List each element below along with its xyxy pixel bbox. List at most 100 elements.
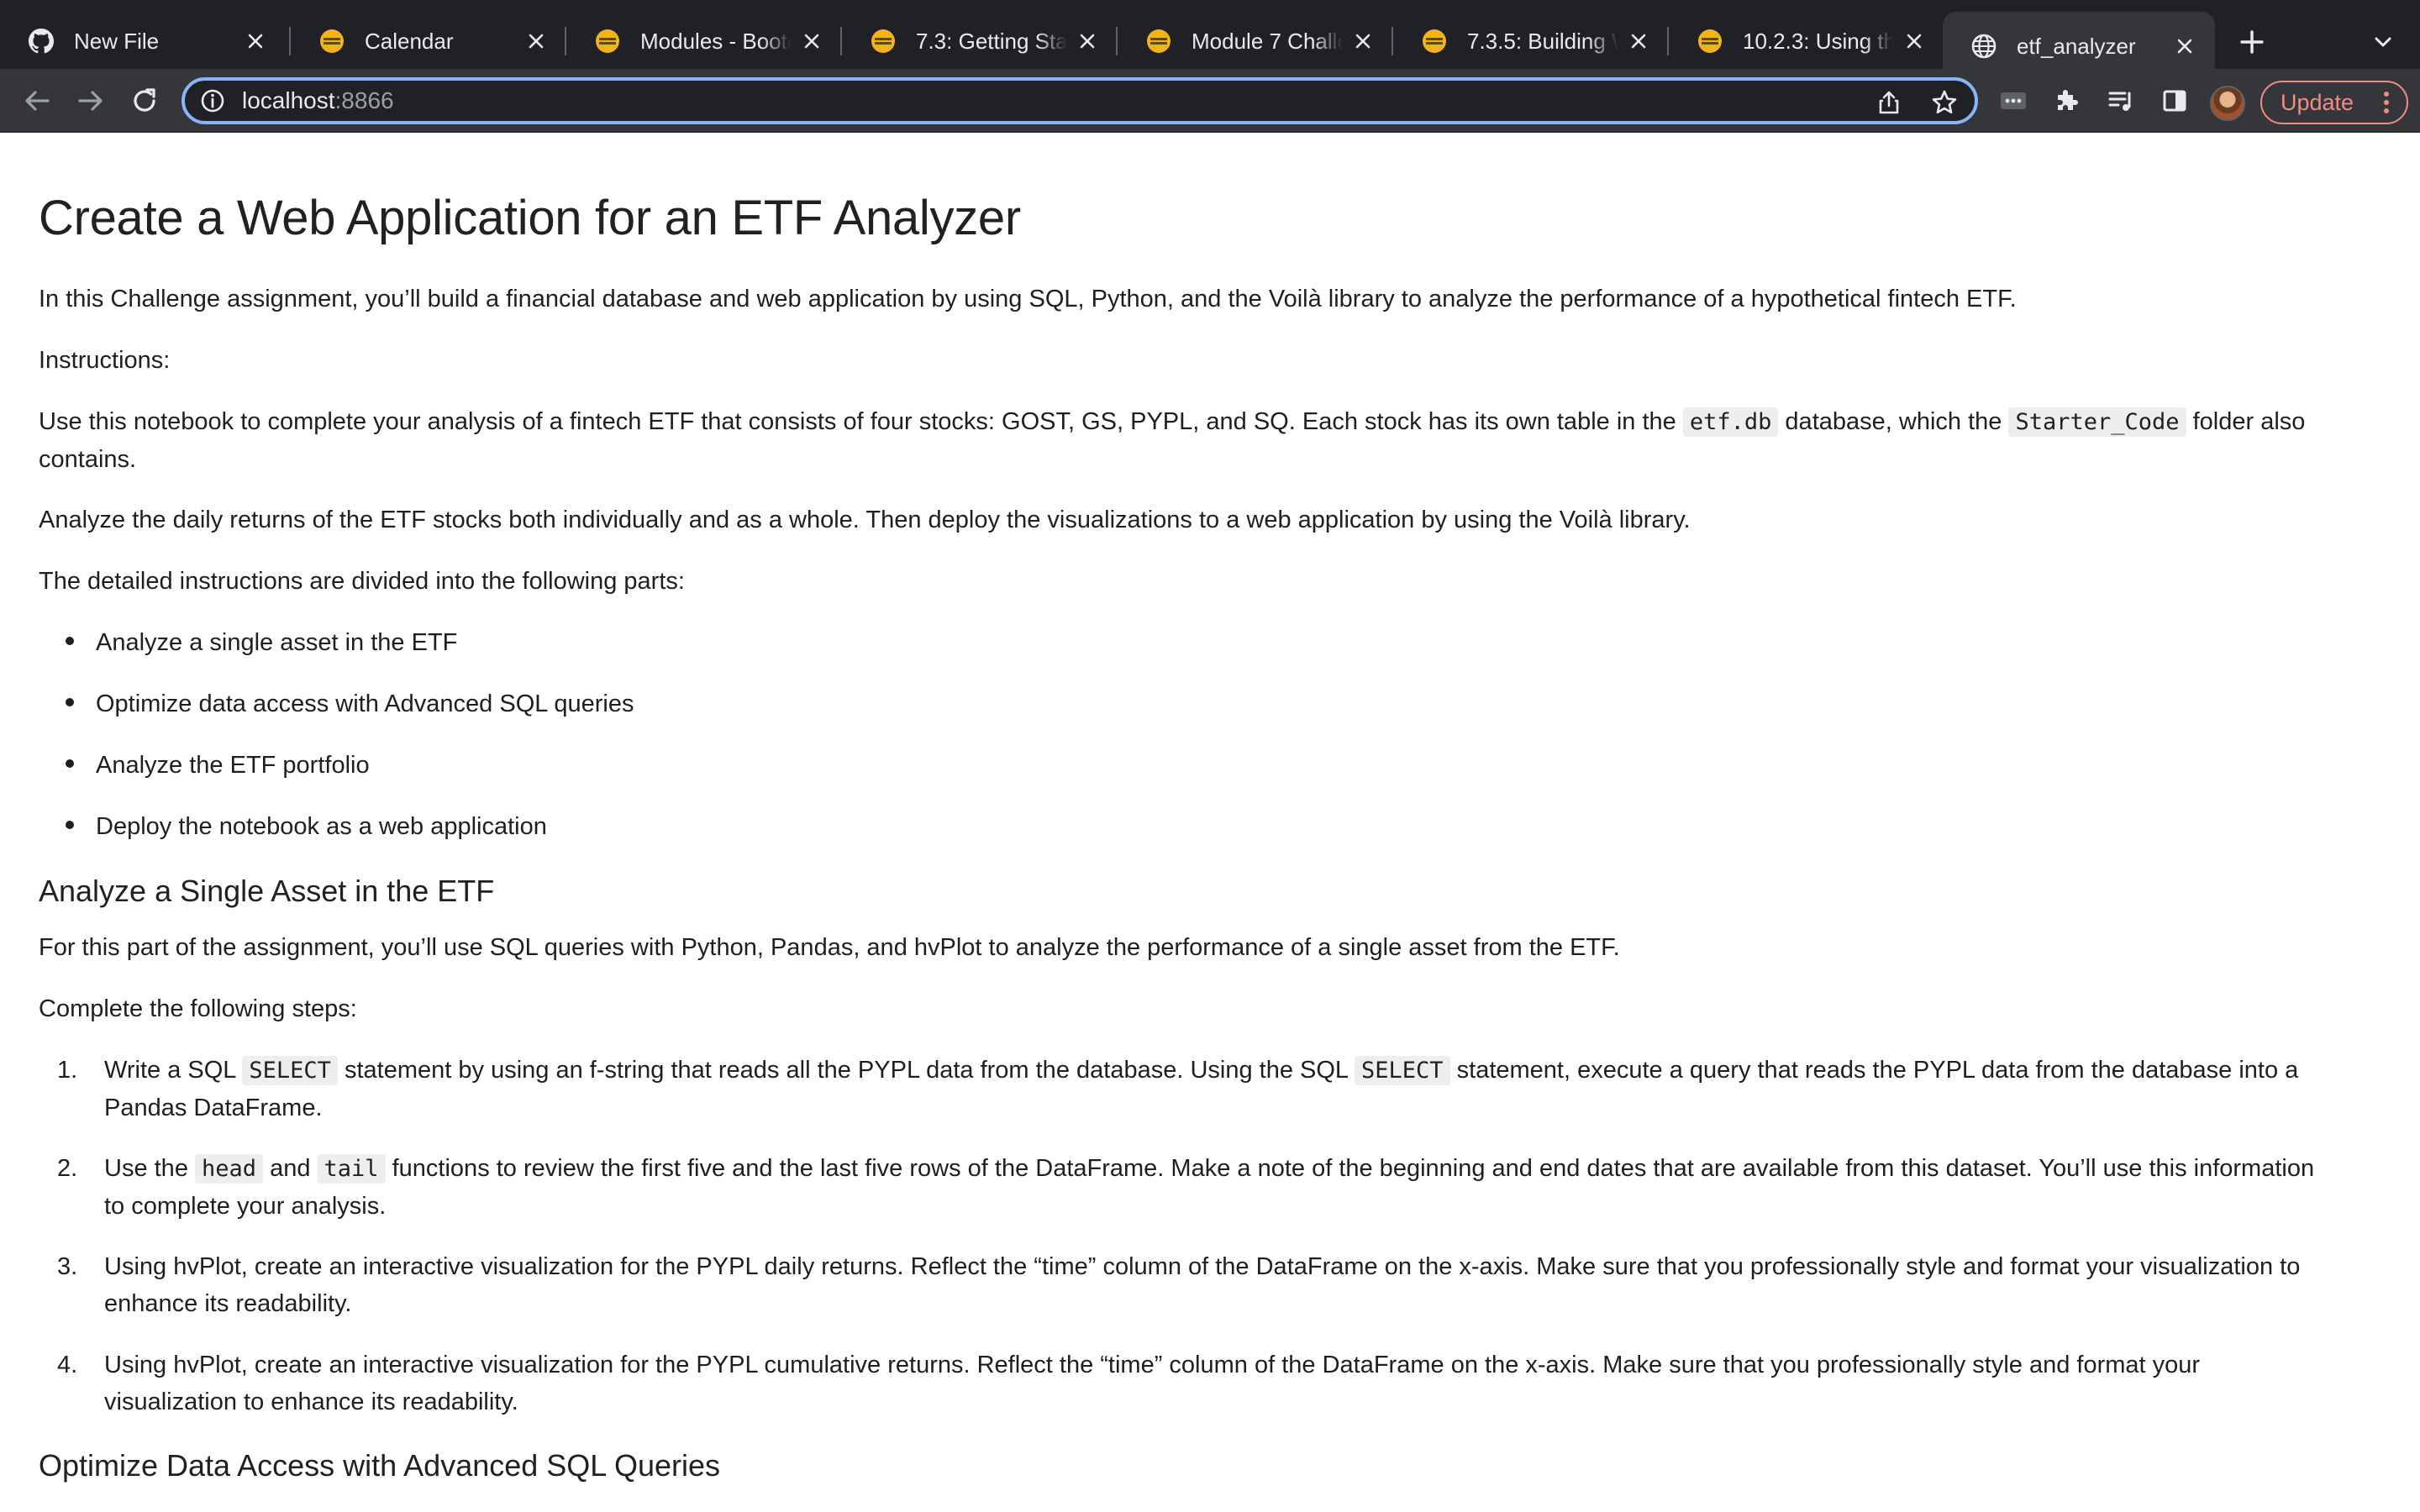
more-vert-icon[interactable]: [2378, 89, 2395, 116]
section-heading-single-asset: Analyze a Single Asset in the ETF: [39, 874, 495, 908]
text-run: functions to review the first five and t…: [104, 1155, 2315, 1220]
media-queue-icon[interactable]: [2101, 81, 2141, 121]
chevron-down-icon[interactable]: [2363, 22, 2403, 62]
tab-getting-started[interactable]: 7.3: Getting Started: [842, 13, 1118, 69]
tab-title: 7.3.5: Building Web: [1467, 28, 1618, 54]
close-icon[interactable]: [1349, 28, 1376, 55]
step-number: 2.: [57, 1155, 78, 1182]
browser-toolbar: localhost:8866 Update: [0, 69, 2420, 133]
github-icon: [29, 29, 54, 54]
tab-modules[interactable]: Modules - Bootcamp: [566, 13, 842, 69]
text-run: Write a SQL: [104, 1057, 243, 1084]
text-run: database, which the: [1778, 408, 2009, 435]
side-panel-icon[interactable]: [2154, 81, 2195, 121]
inline-code-select: SELECT: [242, 1056, 338, 1085]
analyze-daily-paragraph: Analyze the daily returns of the ETF sto…: [39, 507, 1691, 533]
share-icon[interactable]: [1870, 84, 1907, 121]
inline-code-select: SELECT: [1355, 1056, 1450, 1085]
info-icon[interactable]: [198, 87, 227, 115]
steps-intro: Complete the following steps:: [39, 995, 357, 1022]
bootcamp-icon: [1146, 29, 1171, 54]
plus-icon[interactable]: [2232, 22, 2272, 62]
close-icon[interactable]: [798, 28, 825, 55]
tab-using-the[interactable]: 10.2.3: Using the: [1669, 13, 1944, 69]
globe-icon: [1971, 34, 1996, 59]
ordered-list-item: 4. Using hvPlot, create an interactive v…: [57, 1347, 2334, 1420]
close-icon[interactable]: [1625, 28, 1652, 55]
star-icon[interactable]: [1926, 84, 1963, 121]
step-number: 3.: [57, 1253, 78, 1280]
use-notebook-paragraph: Use this notebook to complete your analy…: [39, 403, 2341, 478]
list-item-text: Analyze a single asset in the ETF: [96, 629, 458, 656]
address-url[interactable]: localhost:8866: [242, 87, 394, 114]
tab-title: New File: [74, 28, 160, 54]
text-run: and: [263, 1155, 318, 1182]
ordered-list-item: 3. Using hvPlot, create an interactive v…: [57, 1248, 2334, 1322]
text-run: statement by using an f-string that read…: [337, 1057, 1355, 1084]
tab-module-7-challenge[interactable]: Module 7 Challenge: [1118, 13, 1393, 69]
bootcamp-icon: [1422, 29, 1447, 54]
omnibox-actions: [1870, 84, 1963, 121]
bootcamp-icon: [595, 29, 620, 54]
list-item-text: Analyze the ETF portfolio: [96, 752, 370, 779]
step-text: Using hvPlot, create an interactive visu…: [104, 1253, 2301, 1317]
list-item-text: Deploy the notebook as a web application: [96, 813, 547, 840]
profile-avatar[interactable]: [2210, 86, 2245, 121]
url-host: localhost: [242, 87, 335, 113]
close-icon[interactable]: [1901, 28, 1928, 55]
close-icon[interactable]: [242, 28, 269, 55]
tab-calendar[interactable]: Calendar: [291, 13, 566, 69]
bullet-dot: [66, 698, 74, 707]
page-viewport[interactable]: Create a Web Application for an ETF Anal…: [0, 133, 2420, 1512]
update-button[interactable]: Update: [2260, 81, 2408, 124]
bullet-dot: [66, 637, 74, 646]
text-run: Use the: [104, 1155, 195, 1182]
inline-code-etf-db: etf.db: [1682, 407, 1779, 437]
list-item: Optimize data access with Advanced SQL q…: [66, 685, 634, 722]
puzzle-icon[interactable]: [2047, 81, 2087, 121]
page-title: Create a Web Application for an ETF Anal…: [39, 191, 1021, 245]
list-item: Analyze the ETF portfolio: [66, 747, 370, 784]
step-text: Write a SQL SELECT statement by using an…: [104, 1052, 2334, 1126]
section-heading-optimize-sql: Optimize Data Access with Advanced SQL Q…: [39, 1448, 721, 1483]
tab-building-web[interactable]: 7.3.5: Building Web: [1393, 13, 1669, 69]
bootcamp-icon: [871, 29, 896, 54]
tab-title: etf_analyzer: [2017, 33, 2136, 59]
tab-new-file[interactable]: New File: [0, 13, 286, 69]
step-text: Using hvPlot, create an interactive visu…: [104, 1352, 2201, 1415]
bullet-dot: [66, 821, 74, 830]
list-item-text: Optimize data access with Advanced SQL q…: [96, 690, 634, 717]
ordered-list-item: 2. Use the head and tail functions to re…: [57, 1150, 2334, 1225]
update-label: Update: [2281, 89, 2354, 115]
inline-code-tail: tail: [317, 1154, 386, 1184]
back-icon[interactable]: [17, 81, 57, 121]
ordered-list-item: 1. Write a SQL SELECT statement by using…: [57, 1052, 2334, 1126]
inline-code-head: head: [195, 1154, 264, 1184]
instructions-label: Instructions:: [39, 347, 171, 374]
address-bar[interactable]: localhost:8866: [182, 77, 1978, 124]
tab-title: 7.3: Getting Started: [916, 28, 1067, 54]
bootcamp-icon: [1697, 29, 1723, 54]
extension-dots-icon[interactable]: [1993, 81, 2033, 121]
list-item: Deploy the notebook as a web application: [66, 808, 547, 845]
step-number: 1.: [57, 1057, 78, 1084]
bullet-dot: [66, 759, 74, 769]
tab-title: Calendar: [365, 28, 454, 54]
step-text: Use the head and tail functions to revie…: [104, 1150, 2334, 1225]
tab-title: 10.2.3: Using the: [1743, 28, 1894, 54]
reload-icon[interactable]: [124, 81, 165, 121]
step-number: 4.: [57, 1352, 78, 1378]
close-icon[interactable]: [1074, 28, 1101, 55]
close-icon[interactable]: [523, 28, 550, 55]
url-port: :8866: [334, 87, 394, 113]
close-icon[interactable]: [2171, 33, 2198, 60]
tab-title: Module 7 Challenge: [1192, 28, 1343, 54]
tab-title: Modules - Bootcamp: [640, 28, 792, 54]
parts-intro: The detailed instructions are divided in…: [39, 568, 685, 595]
intro-paragraph: In this Challenge assignment, you’ll bui…: [39, 286, 2017, 312]
bootcamp-icon: [319, 29, 345, 54]
inline-code-starter-code: Starter_Code: [2008, 407, 2186, 437]
forward-icon[interactable]: [71, 81, 111, 121]
list-item: Analyze a single asset in the ETF: [66, 624, 457, 661]
section1-intro: For this part of the assignment, you’ll …: [39, 934, 1620, 961]
